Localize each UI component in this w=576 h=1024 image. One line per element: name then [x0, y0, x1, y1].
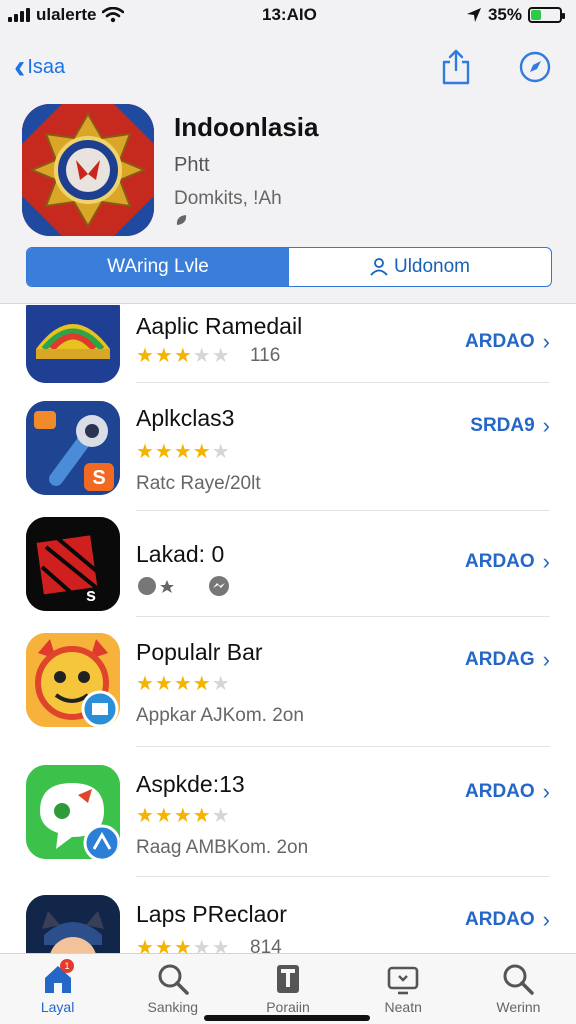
tab-sanking[interactable]: Sanking [115, 954, 230, 1024]
get-button-label: ARDAO [465, 909, 535, 930]
rating-stars: ★★★★★ [136, 345, 231, 367]
status-bar: ulalerte 13:AIO 35% [0, 0, 576, 30]
app-list: Aaplic Ramedail ★★★★★ 116 ARDAO › S Aplk… [0, 305, 576, 953]
rating-stars: ★★★★★ [136, 673, 231, 695]
app-meta: 116 [250, 345, 281, 366]
app-name: Lakad: 0 [136, 541, 225, 567]
tab-badge: 1 [60, 959, 74, 973]
svg-text:s: s [86, 585, 96, 605]
get-button-label: SRDA9 [470, 415, 535, 436]
wifi-icon [102, 7, 125, 23]
home-indicator [204, 1015, 370, 1021]
app-title: Indoonlasia [174, 112, 319, 142]
leaf-icon [176, 215, 187, 225]
rating-icons [136, 575, 231, 603]
segmented-control: WAring Lvle Uldonom [26, 247, 552, 287]
app-list-icon [26, 305, 120, 383]
search-icon [158, 964, 189, 995]
back-button[interactable]: ‹ Isaa [14, 48, 66, 86]
app-header: ‹ Isaa Indoonlasia Phtt Domkits, !Ah WAr… [0, 30, 576, 304]
app-list-icon [26, 895, 120, 953]
tab-neatn[interactable]: Neatn [346, 954, 461, 1024]
chevron-right-icon: › [542, 907, 550, 932]
get-button[interactable]: ARDAO › [465, 907, 550, 933]
battery-percent: 35% [487, 5, 522, 24]
tab-poraiin[interactable]: Poraiin [230, 954, 345, 1024]
compass-icon[interactable] [518, 50, 552, 84]
book-icon [277, 965, 299, 993]
status-time: 13:AIO [262, 5, 317, 24]
get-button[interactable]: ARDAO › [465, 329, 550, 355]
chevron-right-icon: › [542, 329, 550, 354]
messenger-icon [208, 576, 229, 596]
segment-inactive-label: Uldonom [393, 256, 471, 277]
get-button-label: ARDAO [465, 781, 535, 802]
battery-icon [528, 7, 565, 23]
location-icon [466, 8, 481, 22]
get-button[interactable]: ARDAO › [465, 779, 550, 805]
app-name: Aspkde:13 [136, 771, 245, 797]
tab-label: Layal [40, 999, 75, 1015]
tv-icon [387, 966, 419, 995]
get-button[interactable]: ARDAG › [465, 647, 550, 673]
app-name: Laps PReclaor [136, 901, 287, 927]
chevron-right-icon: › [542, 647, 550, 672]
get-button-label: ARDAG [465, 649, 535, 670]
battery-fill [531, 10, 541, 20]
list-item[interactable]: Aspkde:13 ★★★★★ Raag AMBKom. 2on ARDAO › [0, 747, 576, 877]
app-list-icon [26, 633, 120, 727]
tab-label: Werinn [496, 999, 541, 1015]
tab-label: Sanking [147, 999, 199, 1015]
nav-row: ‹ Isaa [0, 48, 576, 88]
app-list-icon [26, 765, 120, 859]
tab-label: Poraiin [266, 999, 310, 1015]
carrier-label: ulalerte [36, 5, 97, 24]
get-button-label: ARDAO [465, 331, 535, 352]
app-name: Populalr Bar [136, 639, 263, 665]
list-item[interactable]: Laps PReclaor ★★★★★ 814 ARDAO › [0, 877, 576, 953]
chevron-right-icon: › [542, 779, 550, 804]
search-icon [503, 964, 535, 995]
app-meta: Ratc Raye/20lt [136, 473, 261, 494]
app-developer: Domkits, !Ah [174, 188, 282, 209]
signal-icon [8, 8, 30, 22]
app-meta: Appkar AJKom. 2on [136, 705, 304, 726]
rating-stars: ★★★★★ [136, 937, 231, 953]
app-name: Aplkclas3 [136, 405, 235, 431]
list-item[interactable]: Populalr Bar ★★★★★ Appkar AJKom. 2on ARD… [0, 617, 576, 747]
get-button[interactable]: ARDAO › [465, 549, 550, 575]
globe-icon [138, 577, 174, 595]
tab-layal[interactable]: 1 Layal [0, 954, 115, 1024]
status-left: ulalerte [8, 5, 125, 25]
tab-werinn[interactable]: Werinn [461, 954, 576, 1024]
app-subtitle: Phtt [174, 154, 210, 176]
tab-bar: 1 Layal Sanking Poraiin Neatn Werinn [0, 953, 576, 1024]
chevron-left-icon: ‹ [14, 48, 26, 86]
get-button[interactable]: SRDA9 › [470, 413, 550, 439]
app-list-icon: S [26, 401, 120, 495]
rating-stars: ★★★★★ [136, 441, 231, 463]
segment-inactive[interactable]: Uldonom [289, 248, 551, 286]
get-button-label: ARDAO [465, 551, 535, 572]
app-meta: Raag AMBKom. 2on [136, 837, 309, 858]
list-item[interactable]: s Lakad: 0 ARDAO › [0, 511, 576, 617]
back-label: Isaa [27, 55, 66, 78]
svg-text:S: S [92, 467, 105, 489]
app-meta: 814 [250, 937, 282, 953]
app-icon [22, 104, 154, 236]
person-icon [370, 258, 388, 276]
segment-active[interactable]: WAring Lvle [27, 248, 289, 286]
status-right: 35% [466, 5, 565, 25]
list-item[interactable]: S Aplkclas3 ★★★★★ Ratc Raye/20lt SRDA9 › [0, 383, 576, 511]
tab-label: Neatn [384, 999, 422, 1015]
chevron-right-icon: › [542, 413, 550, 438]
app-name: Aaplic Ramedail [136, 313, 303, 339]
chevron-right-icon: › [542, 549, 550, 574]
app-list-icon: s [26, 517, 120, 611]
share-icon[interactable] [440, 48, 472, 86]
rating-stars: ★★★★★ [136, 805, 231, 827]
list-item[interactable]: Aaplic Ramedail ★★★★★ 116 ARDAO › [0, 305, 576, 383]
